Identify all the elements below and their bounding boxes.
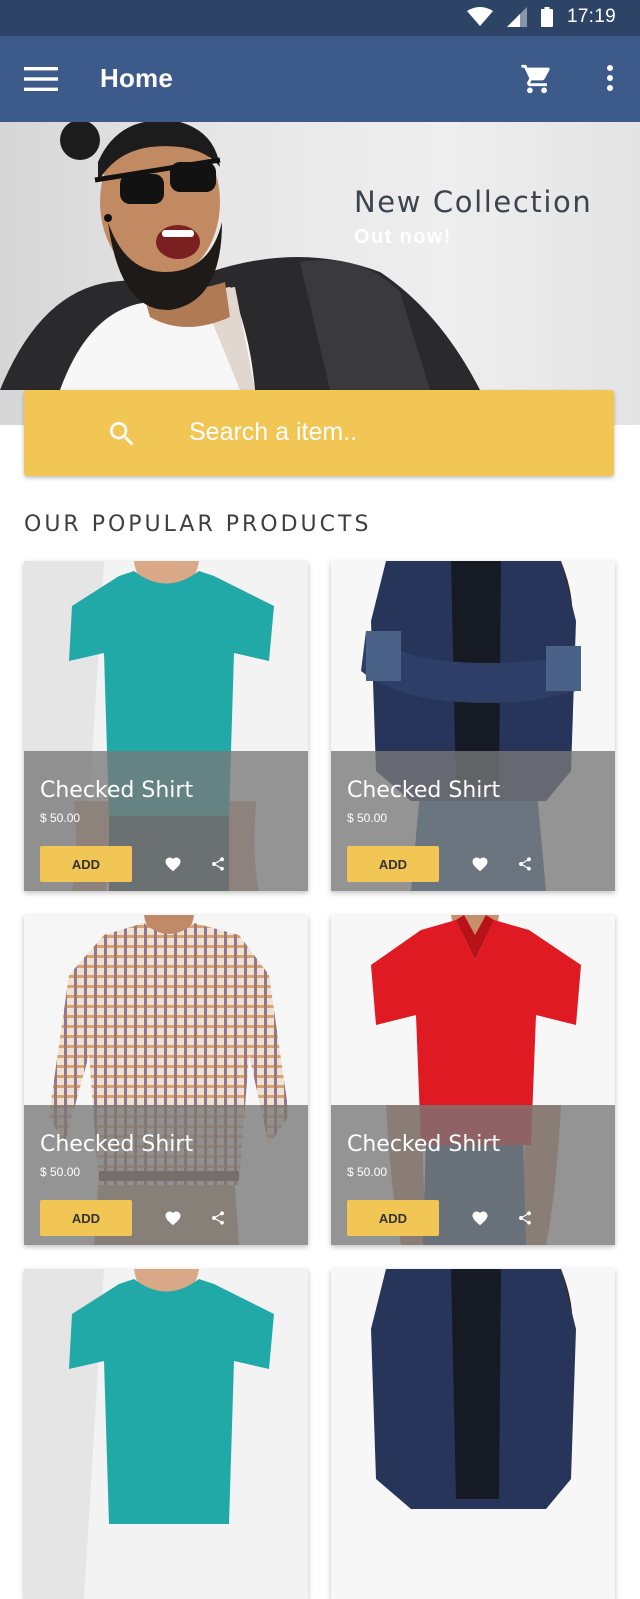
share-icon[interactable] [210, 856, 226, 872]
add-button[interactable]: ADD [40, 846, 132, 882]
product-card[interactable]: Checked Shirt $ 50.00 ADD [24, 561, 308, 891]
hero-banner[interactable]: New Collection Out now! [0, 122, 640, 425]
product-price: $ 50.00 [40, 1165, 81, 1179]
heart-icon[interactable] [164, 855, 182, 872]
search-bar[interactable]: Search a item.. [24, 390, 614, 476]
battery-icon [540, 7, 553, 27]
share-icon[interactable] [517, 1210, 533, 1226]
share-icon[interactable] [210, 1210, 226, 1226]
product-card[interactable] [331, 1269, 615, 1599]
product-price: $ 50.00 [40, 811, 81, 825]
product-image-teal-tshirt [24, 1269, 308, 1599]
signal-icon [506, 7, 527, 27]
app-bar: Home [0, 36, 640, 122]
hero-headline: New Collection [354, 185, 593, 219]
hero-subline: Out now! [354, 226, 452, 248]
status-time: 17:19 [566, 6, 616, 27]
heart-icon[interactable] [471, 1209, 489, 1226]
search-input[interactable]: Search a item.. [189, 418, 357, 447]
more-vert-icon[interactable] [603, 64, 617, 94]
heart-icon[interactable] [164, 1209, 182, 1226]
add-button[interactable]: ADD [347, 846, 439, 882]
hero-model-image [0, 122, 480, 390]
product-name: Checked Shirt [347, 778, 501, 803]
status-bar: 17:19 [0, 0, 640, 36]
search-icon [110, 422, 134, 446]
cart-icon[interactable] [520, 62, 554, 96]
product-image-denim-shirt [331, 1269, 615, 1599]
share-icon[interactable] [517, 856, 533, 872]
add-button[interactable]: ADD [347, 1200, 439, 1236]
product-price: $ 50.00 [347, 811, 388, 825]
product-card[interactable]: Checked Shirt $ 50.00 ADD [331, 561, 615, 891]
product-price: $ 50.00 [347, 1165, 388, 1179]
menu-icon[interactable] [24, 67, 58, 91]
wifi-icon [466, 7, 493, 26]
product-card[interactable]: Checked Shirt $ 50.00 ADD [331, 915, 615, 1245]
page-title: Home [100, 63, 174, 93]
product-card[interactable] [24, 1269, 308, 1599]
product-name: Checked Shirt [40, 1132, 194, 1157]
section-title: OUR POPULAR PRODUCTS [24, 512, 372, 537]
product-name: Checked Shirt [347, 1132, 501, 1157]
heart-icon[interactable] [471, 855, 489, 872]
product-name: Checked Shirt [40, 778, 194, 803]
add-button[interactable]: ADD [40, 1200, 132, 1236]
product-card[interactable]: Checked Shirt $ 50.00 ADD [24, 915, 308, 1245]
